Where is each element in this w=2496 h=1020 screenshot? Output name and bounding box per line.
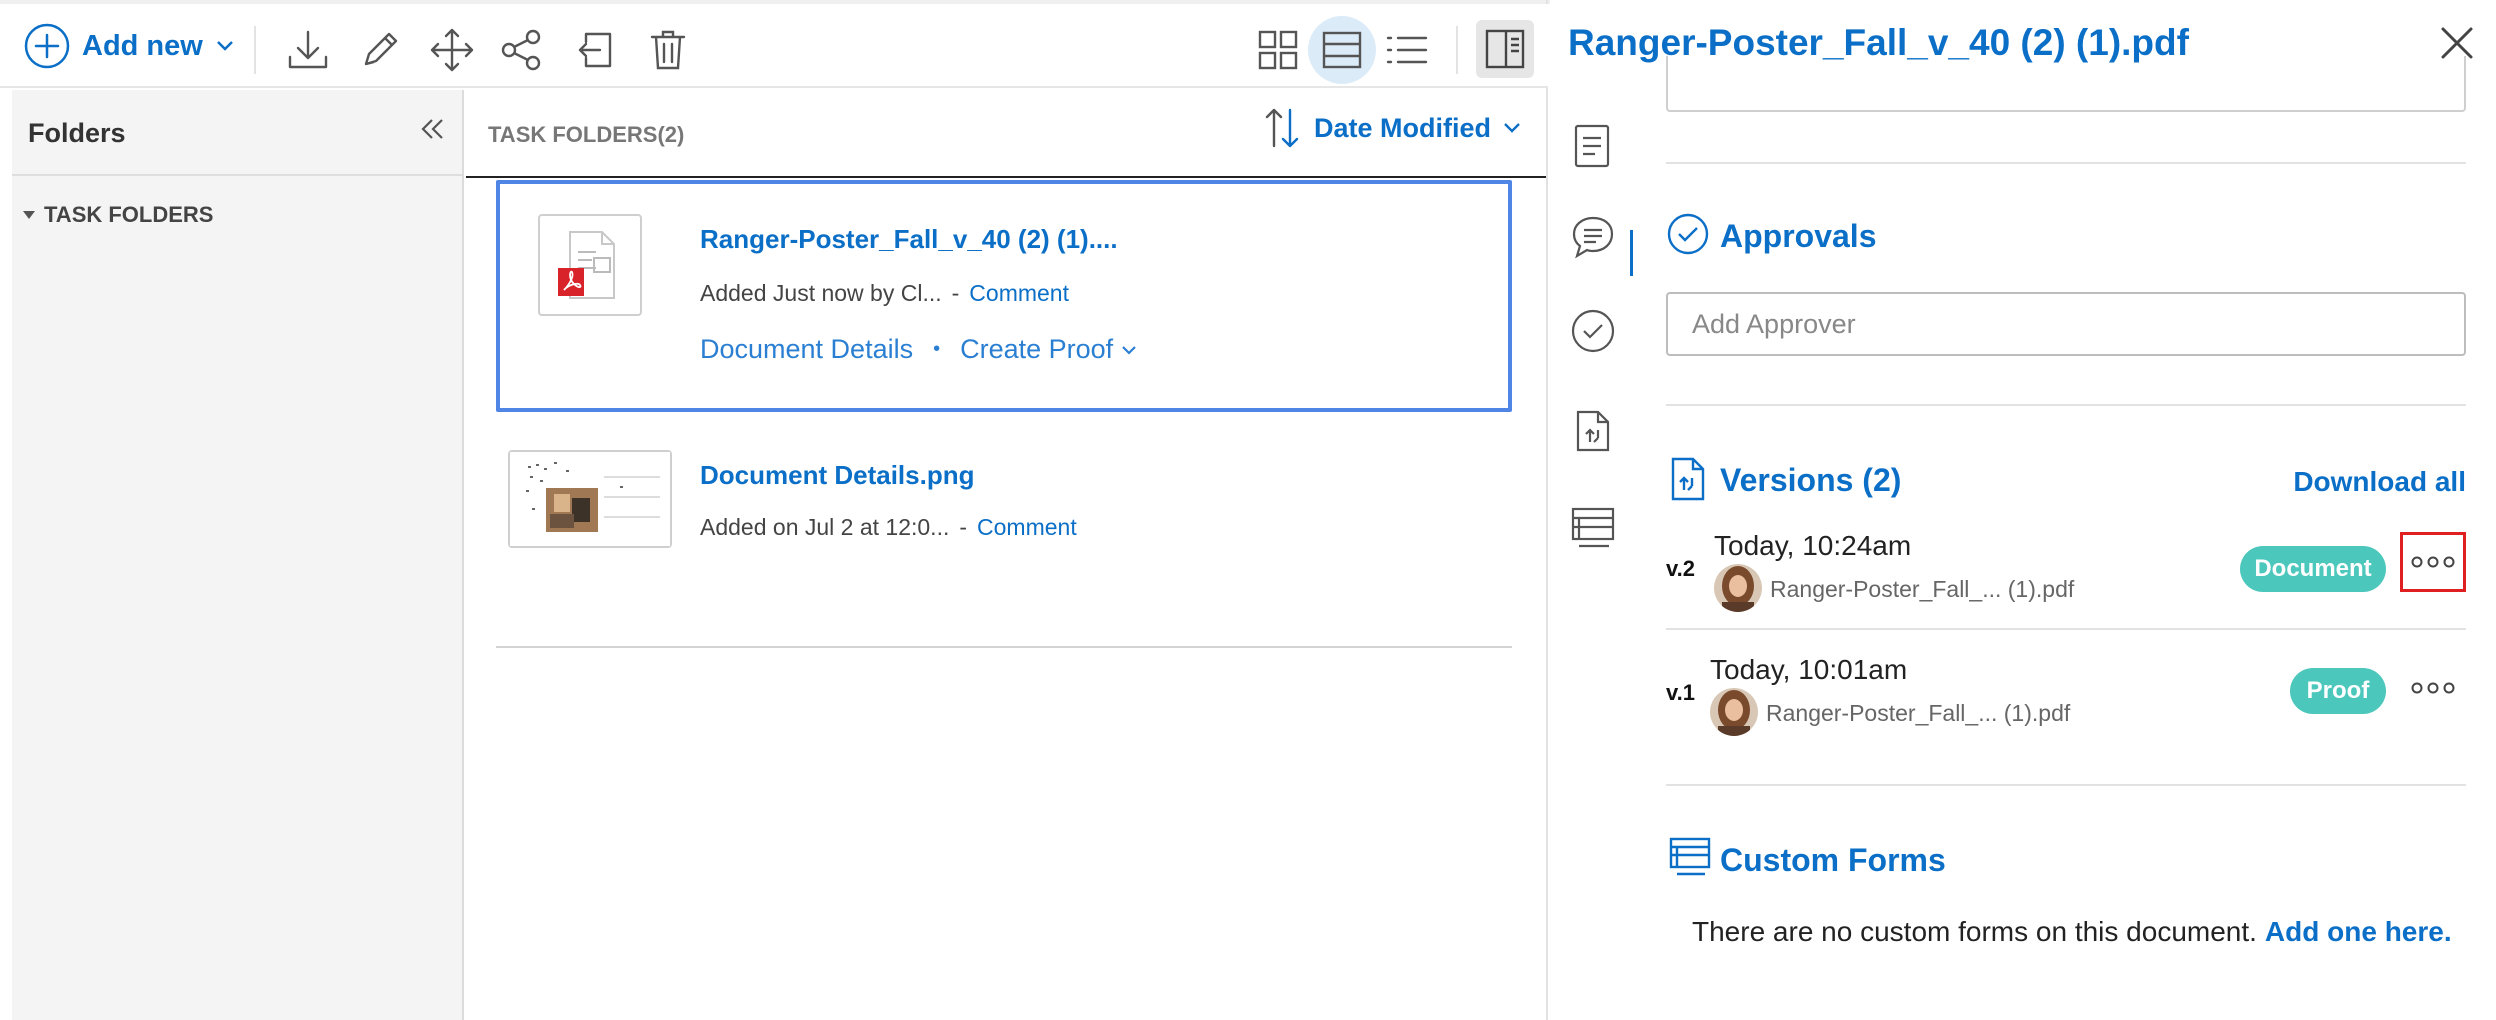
- section-divider: [1666, 162, 2466, 164]
- exit-icon[interactable]: [570, 24, 622, 76]
- create-proof-link[interactable]: Create Proof: [960, 334, 1113, 365]
- move-icon[interactable]: [426, 24, 478, 76]
- edit-pencil-icon[interactable]: [354, 24, 406, 76]
- sidebar-header: Folders: [12, 90, 462, 176]
- list-header: TASK FOLDERS(2) Date Modified: [466, 90, 1546, 178]
- details-document-icon[interactable]: [1570, 122, 1614, 170]
- grid-view-icon[interactable]: [1252, 24, 1304, 76]
- cutoff-field: [1666, 56, 2466, 112]
- main-app-area: Add new Folders TASK FOLDERS TASK FOLDER…: [0, 0, 1548, 1020]
- download-all-link[interactable]: Download all: [2293, 466, 2466, 498]
- avatar: [1710, 688, 1758, 736]
- version-file-name: Ranger-Poster_Fall_... (1).pdf: [1766, 700, 2071, 726]
- no-custom-forms-message: There are no custom forms on this docume…: [1692, 916, 2452, 948]
- pdf-thumbnail[interactable]: [538, 214, 642, 316]
- custom-forms-title: Custom Forms: [1720, 842, 1946, 878]
- add-new-button[interactable]: Add new: [24, 22, 235, 70]
- tree-item-label: TASK FOLDERS: [44, 202, 214, 227]
- download-icon[interactable]: [282, 24, 334, 76]
- approvals-check-icon[interactable]: [1570, 308, 1616, 354]
- file-meta: Added Just now by Cl... - Comment: [700, 280, 1069, 306]
- sort-label: Date Modified: [1314, 112, 1492, 143]
- comment-link[interactable]: Comment: [977, 514, 1077, 540]
- sort-arrows-icon: [1262, 104, 1302, 152]
- file-added-text: Added Just now by Cl...: [700, 280, 942, 306]
- list-divider: [496, 646, 1512, 648]
- versions-icon: [1670, 456, 1706, 502]
- folder-count-label: TASK FOLDERS(2): [488, 122, 685, 147]
- version-time: Today, 10:01am: [1710, 654, 1908, 685]
- comments-bubble-icon[interactable]: [1570, 214, 1616, 260]
- chevron-down-icon: [1503, 122, 1521, 134]
- version-file-name: Ranger-Poster_Fall_... (1).pdf: [1770, 576, 2075, 602]
- add-approver-input[interactable]: [1666, 292, 2466, 356]
- file-actions: Document Details • Create Proof: [700, 334, 1137, 365]
- document-badge: Document: [2240, 546, 2386, 592]
- file-meta: Added on Jul 2 at 12:0... - Comment: [700, 514, 1077, 540]
- versions-title: Versions (2): [1720, 462, 1902, 498]
- version-more-options-button[interactable]: [2400, 532, 2466, 592]
- versions-icon[interactable]: [1570, 408, 1614, 454]
- approvals-check-icon: [1666, 212, 1710, 256]
- folders-title: Folders: [28, 118, 126, 148]
- version-more-options-button[interactable]: [2400, 658, 2466, 718]
- version-label: v.1: [1666, 680, 1695, 705]
- chevron-down-icon: [1121, 344, 1137, 356]
- section-divider: [1666, 404, 2466, 406]
- share-icon[interactable]: [496, 24, 548, 76]
- folders-sidebar: Folders TASK FOLDERS: [12, 90, 464, 1020]
- caret-down-icon: [22, 210, 36, 220]
- version-label: v.2: [1666, 556, 1695, 581]
- custom-forms-icon[interactable]: [1570, 506, 1616, 550]
- file-card[interactable]: Document Details.png Added on Jul 2 at 1…: [496, 420, 1512, 580]
- separator-dot: •: [933, 338, 941, 360]
- tree-item-task-folders[interactable]: TASK FOLDERS: [22, 202, 213, 228]
- file-card-selected[interactable]: Ranger-Poster_Fall_v_40 (2) (1).... Adde…: [496, 180, 1512, 412]
- collapse-double-chevron-icon[interactable]: [420, 116, 446, 142]
- plus-circle-icon: [24, 23, 70, 69]
- png-thumbnail[interactable]: [508, 450, 672, 548]
- file-list: TASK FOLDERS(2) Date Modified Ranger-Pos…: [466, 90, 1546, 1020]
- document-details-panel: Ranger-Poster_Fall_v_40 (2) (1).pdf Appr…: [1550, 0, 2496, 1020]
- version-time: Today, 10:24am: [1714, 530, 1912, 561]
- file-added-text: Added on Jul 2 at 12:0...: [700, 514, 950, 540]
- section-divider: [1666, 784, 2466, 786]
- add-custom-form-link[interactable]: Add one here.: [2265, 916, 2452, 947]
- toolbar-divider: [1456, 26, 1458, 74]
- comment-link[interactable]: Comment: [969, 280, 1069, 306]
- file-name-link[interactable]: Document Details.png: [700, 460, 974, 491]
- toolbar: Add new: [0, 4, 1548, 88]
- add-new-label: Add new: [82, 29, 203, 62]
- approvals-title: Approvals: [1720, 218, 1877, 254]
- chevron-down-icon: [215, 39, 235, 53]
- document-details-link[interactable]: Document Details: [700, 334, 913, 365]
- custom-forms-icon: [1668, 836, 1712, 878]
- panel-content: Approvals Versions (2) Download all v.2 …: [1666, 0, 2466, 1020]
- version-row[interactable]: v.2 Today, 10:24am Ranger-Poster_Fall_..…: [1666, 522, 2466, 632]
- active-tab-indicator: [1630, 230, 1633, 276]
- version-divider: [1666, 628, 2466, 630]
- panel-toggle-icon[interactable]: [1476, 20, 1534, 78]
- proof-badge: Proof: [2290, 668, 2386, 714]
- trash-icon[interactable]: [642, 24, 694, 76]
- empty-forms-text: There are no custom forms on this docume…: [1692, 916, 2257, 947]
- row-view-icon[interactable]: [1308, 16, 1376, 84]
- toolbar-divider: [254, 26, 256, 74]
- avatar: [1714, 564, 1762, 612]
- version-row[interactable]: v.1 Today, 10:01am Ranger-Poster_Fall_..…: [1666, 646, 2466, 756]
- file-name-link[interactable]: Ranger-Poster_Fall_v_40 (2) (1)....: [700, 224, 1118, 255]
- sort-dropdown[interactable]: Date Modified: [1262, 104, 1521, 152]
- list-view-icon[interactable]: [1380, 24, 1432, 76]
